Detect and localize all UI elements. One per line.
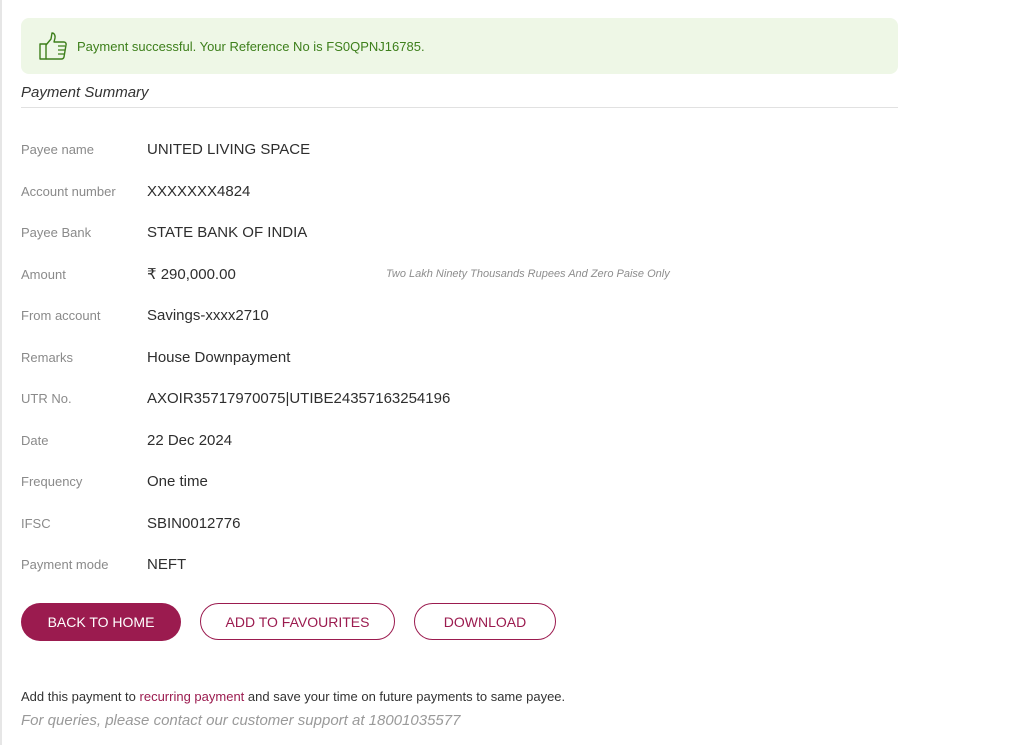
left-border	[0, 0, 2, 745]
customer-support-note: For queries, please contact our customer…	[21, 712, 461, 729]
payment-summary-details: Payee name UNITED LIVING SPACE Account n…	[21, 129, 898, 586]
detail-value: One time	[147, 473, 208, 491]
detail-label: Payee Bank	[21, 225, 92, 241]
detail-value: NEFT	[147, 556, 187, 574]
add-to-favourites-button[interactable]: ADD TO FAVOURITES	[200, 603, 395, 640]
detail-label: Date	[21, 432, 49, 448]
detail-label: From account	[21, 308, 101, 324]
detail-row-account-number: Account number XXXXXXX4824	[21, 171, 898, 213]
thumbs-up-icon	[38, 31, 68, 61]
recurring-payment-note: Add this payment to recurring payment an…	[21, 689, 565, 704]
detail-row-utr-no: UTR No. AXOIR35717970075|UTIBE2435716325…	[21, 378, 898, 420]
amount-in-words: Two Lakh Ninety Thousands Rupees And Zer…	[386, 268, 670, 281]
detail-row-amount: Amount ₹ 290,000.00 Two Lakh Ninety Thou…	[21, 254, 898, 296]
detail-value: ₹ 290,000.00	[147, 266, 236, 284]
detail-label: IFSC	[21, 515, 51, 531]
detail-row-payment-mode: Payment mode NEFT	[21, 544, 898, 586]
detail-row-from-account: From account Savings-xxxx2710	[21, 295, 898, 337]
detail-value: STATE BANK OF INDIA	[147, 224, 308, 242]
detail-row-ifsc: IFSC SBIN0012776	[21, 503, 898, 545]
download-button[interactable]: DOWNLOAD	[414, 603, 556, 640]
back-to-home-button[interactable]: BACK TO HOME	[21, 603, 181, 641]
success-banner: Payment successful. Your Reference No is…	[21, 18, 898, 74]
detail-value: 22 Dec 2024	[147, 431, 233, 449]
payment-summary-title: Payment Summary	[21, 84, 898, 108]
detail-value: Savings-xxxx2710	[147, 307, 269, 325]
success-message: Payment successful. Your Reference No is…	[77, 38, 425, 54]
detail-label: Remarks	[21, 349, 74, 365]
detail-row-frequency: Frequency One time	[21, 461, 898, 503]
detail-label: Payment mode	[21, 557, 109, 573]
detail-label: Account number	[21, 183, 116, 199]
detail-label: Frequency	[21, 474, 83, 490]
detail-label: UTR No.	[21, 391, 72, 407]
detail-row-remarks: Remarks House Downpayment	[21, 337, 898, 379]
recurring-prefix: Add this payment to	[21, 689, 140, 704]
recurring-payment-link[interactable]: recurring payment	[140, 689, 245, 704]
detail-value: AXOIR35717970075|UTIBE24357163254196	[147, 390, 451, 408]
detail-row-payee-name: Payee name UNITED LIVING SPACE	[21, 129, 898, 171]
detail-label: Payee name	[21, 142, 94, 158]
detail-row-date: Date 22 Dec 2024	[21, 420, 898, 462]
detail-row-payee-bank: Payee Bank STATE BANK OF INDIA	[21, 212, 898, 254]
detail-value: XXXXXXX4824	[147, 182, 251, 200]
recurring-suffix: and save your time on future payments to…	[244, 689, 566, 704]
detail-label: Amount	[21, 266, 66, 282]
detail-value: UNITED LIVING SPACE	[147, 141, 311, 159]
detail-value: SBIN0012776	[147, 514, 241, 532]
detail-value: House Downpayment	[147, 348, 291, 366]
